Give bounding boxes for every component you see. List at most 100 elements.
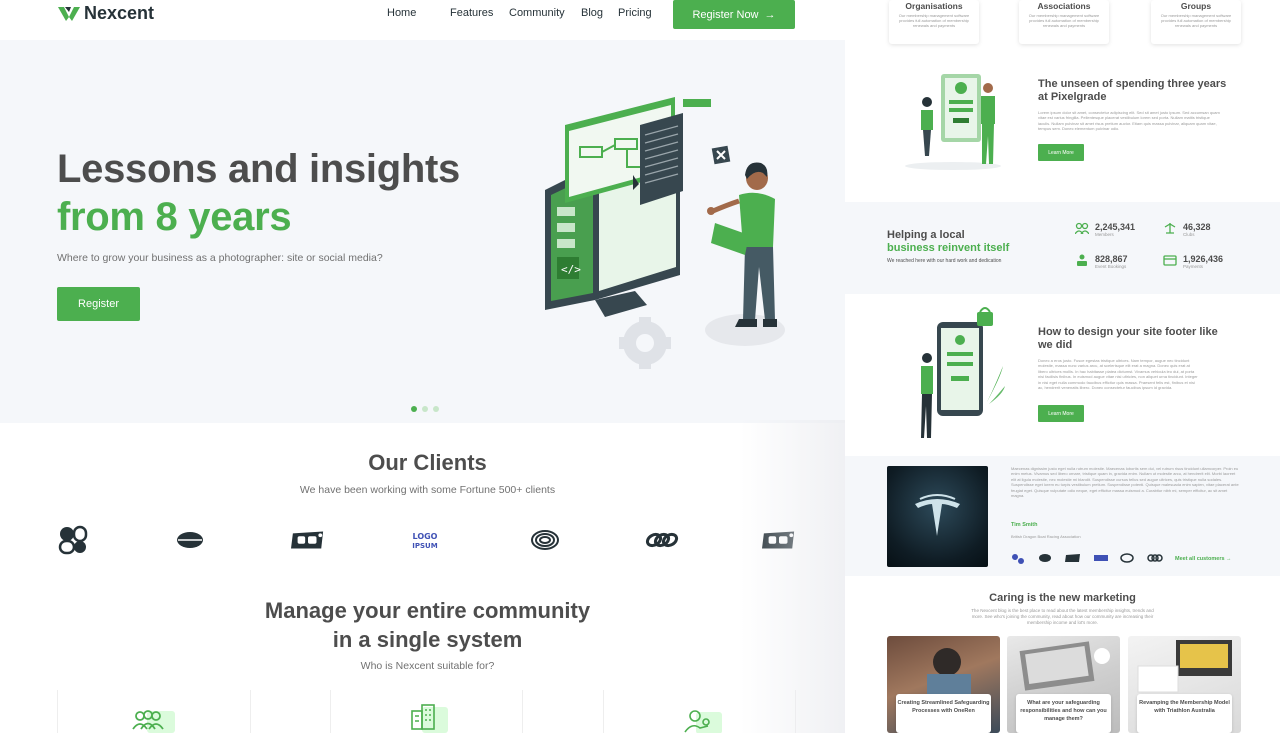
blog-post-2[interactable]: What are your safeguarding responsibilit…: [1007, 636, 1120, 733]
clubs-icon: [1164, 223, 1176, 234]
card-title: Groups: [1180, 1, 1212, 11]
hero-section: Lessons and insights from 8 years Where …: [0, 40, 845, 423]
members-icon: [1075, 222, 1089, 234]
hero-register-button[interactable]: Register: [57, 287, 140, 321]
community-title-line2: in a single system: [332, 627, 523, 652]
testimonial-section: Maecenas dignissim justo eget nulla rutr…: [845, 456, 1280, 576]
client-logo-small: [1094, 555, 1108, 561]
blog-post-1[interactable]: Creating Streamlined Safeguarding Proces…: [887, 636, 1000, 733]
feature1-title: The unseen of spending three years at Pi…: [1038, 78, 1227, 103]
blog-post-caption: Creating Streamlined Safeguarding Proces…: [896, 694, 991, 733]
stat-payments: 1,926,436 Payments: [1163, 254, 1223, 269]
stats-subtitle: We reached here with our hard work and d…: [887, 258, 1002, 264]
stat-event-bookings: 828,867 Event Bookings: [1075, 254, 1128, 269]
building-icon: [411, 704, 448, 733]
nav-link-blog[interactable]: Blog: [581, 7, 603, 19]
client-logo-2: [173, 525, 207, 555]
stat-label: Members: [1095, 232, 1114, 237]
client-logo-6: [645, 525, 679, 555]
client-logo-3: [291, 525, 325, 555]
users-icon: [132, 710, 175, 733]
stats-title-line1: Helping a local: [887, 229, 965, 241]
landing-page-preview: Organisations Our membership management …: [845, 0, 1280, 733]
carousel-dot-3[interactable]: [433, 406, 439, 412]
card-text: Our membership management software provi…: [1160, 13, 1232, 28]
feature1-learn-more-button[interactable]: Learn More: [1038, 144, 1084, 161]
testimonial-role: British Dragon Boat Racing Association: [1011, 534, 1081, 539]
client-logo-small: [1065, 554, 1080, 562]
blog-post-caption: What are your safeguarding responsibilit…: [1016, 694, 1111, 733]
page-shadow: [740, 420, 845, 733]
svg-text:IPSUM: IPSUM: [412, 542, 437, 550]
blog-post-3-image: [1137, 640, 1232, 693]
feature2-title: How to design your site footer like we d…: [1038, 326, 1218, 351]
community-title-line1: Manage your entire community: [264, 598, 591, 623]
community-title: Manage your entire community in a single…: [0, 596, 845, 654]
stat-value: 1,926,436: [1183, 254, 1224, 264]
card-divider: [250, 690, 251, 733]
svg-text:LOGO: LOGO: [413, 532, 438, 541]
stat-clubs: 46,328 Clubs: [1163, 222, 1211, 237]
card-associations: Associations Our membership management s…: [1019, 0, 1109, 44]
testimonial-name: Tim Smith: [1011, 522, 1038, 528]
card-text: Our membership management software provi…: [898, 13, 970, 28]
stat-members: 2,245,341 Members: [1075, 222, 1135, 237]
stats-title-line2: business reinvent itself: [887, 242, 1010, 254]
hand-coin-icon: [684, 710, 722, 733]
meet-all-customers-link[interactable]: Meet all customers →: [1175, 556, 1232, 562]
logo[interactable]: Nexcent: [58, 3, 154, 24]
blog-post-caption: Revamping the Membership Model with Tria…: [1137, 694, 1232, 733]
event-bookings-icon: [1077, 254, 1087, 266]
hero-title-line1: Lessons and insights: [57, 147, 460, 191]
clients-subtitle: We have been working with some Fortune 5…: [299, 484, 556, 496]
card-divider: [603, 690, 604, 733]
feature2-text: Donec a eros justo. Fusce egestas tristi…: [1038, 358, 1198, 391]
card-organisations: Organisations Our membership management …: [889, 0, 979, 44]
feature1-text: Lorem ipsum dolor sit amet, consectetur …: [1038, 110, 1220, 132]
card-divider: [330, 690, 331, 733]
stat-value: 828,867: [1095, 254, 1128, 264]
testimonial-text: Maecenas dignissim justo eget nulla rutr…: [1011, 466, 1239, 499]
nexcent-logo-icon: [58, 6, 80, 21]
stat-value: 2,245,341: [1095, 222, 1136, 232]
card-text: Our membership management software provi…: [1028, 13, 1100, 28]
hero-subtitle: Where to grow your business as a photogr…: [57, 252, 383, 264]
client-logo-small: [1012, 554, 1024, 564]
card-title: Associations: [1037, 1, 1091, 11]
card-divider: [57, 690, 58, 733]
blog-post-2-image: [1019, 641, 1110, 691]
clients-title: Our Clients: [368, 450, 487, 475]
hero-title-line2: from 8 years: [57, 195, 292, 239]
nav-link-pricing[interactable]: Pricing: [618, 7, 652, 19]
payments-icon: [1163, 255, 1177, 266]
stat-value: 46,328: [1183, 222, 1211, 232]
stat-label: Payments: [1183, 264, 1204, 269]
nav-link-features[interactable]: Features: [450, 7, 493, 19]
register-now-button[interactable]: Register Now →: [673, 0, 795, 29]
feature2-illustration: [921, 307, 1005, 438]
card-groups: Groups Our membership management softwar…: [1151, 0, 1241, 44]
top-navbar: Nexcent Home Features Community Blog Pri…: [0, 0, 845, 40]
feature1-illustration: [905, 74, 1001, 170]
carousel-dot-2[interactable]: [422, 406, 428, 412]
card-divider: [522, 690, 523, 733]
register-now-label: Register Now: [692, 8, 759, 21]
hero-title: Lessons and insights from 8 years: [57, 145, 460, 241]
feature2-learn-more-button[interactable]: Learn More: [1038, 405, 1084, 422]
blog-title: Caring is the new marketing: [989, 592, 1136, 604]
nav-link-home[interactable]: Home: [387, 7, 416, 19]
client-logo-small: [1120, 553, 1134, 563]
nav-link-community[interactable]: Community: [509, 7, 565, 19]
client-logo-small: [1039, 554, 1051, 562]
stat-label: Clubs: [1183, 232, 1195, 237]
customer-photo: [887, 466, 988, 567]
client-logo-1: [56, 525, 90, 555]
client-logo-small: [1147, 554, 1163, 562]
blog-post-3[interactable]: Revamping the Membership Model with Tria…: [1128, 636, 1241, 733]
hero-illustration: </>: [545, 97, 785, 369]
community-subtitle: Who is Nexcent suitable for?: [360, 660, 495, 672]
blog-subtitle: The Nexcent blog is the best place to re…: [971, 608, 1154, 625]
carousel-dot-1[interactable]: [411, 406, 417, 412]
landing-page: Nexcent Home Features Community Blog Pri…: [0, 0, 845, 733]
client-logo-4: LOGO IPSUM: [408, 525, 442, 555]
